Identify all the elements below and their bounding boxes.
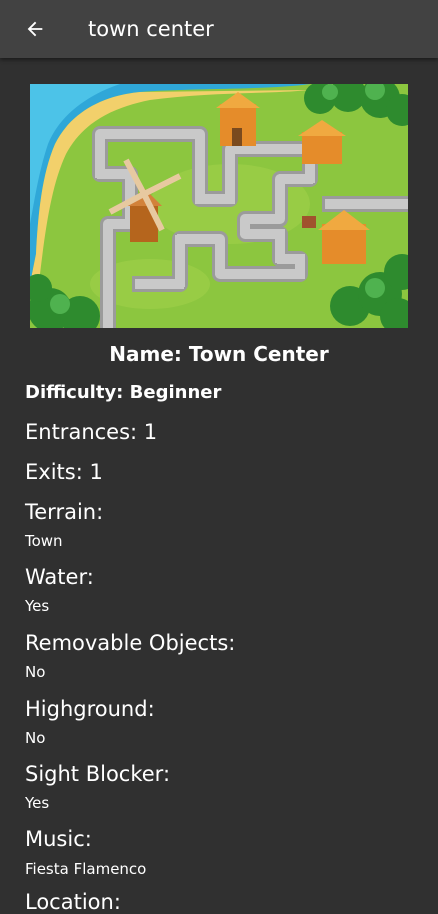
highground-label: Highground: — [25, 697, 155, 721]
exits-text: Exits: 1 — [25, 460, 103, 484]
highground-value: No — [25, 729, 46, 747]
sight-blocker-label: Sight Blocker: — [25, 762, 171, 786]
map-preview-image — [30, 84, 408, 328]
entrances-text: Entrances: 1 — [25, 420, 158, 444]
page-title: town center — [88, 17, 214, 41]
music-value: Fiesta Flamenco — [25, 860, 147, 878]
difficulty-text: Difficulty: Beginner — [25, 382, 222, 403]
removable-objects-value: No — [25, 663, 46, 681]
sight-blocker-value: Yes — [25, 794, 50, 812]
arrow-left-icon — [27, 21, 43, 37]
water-label: Water: — [25, 565, 94, 589]
map-name: Name: Town Center — [109, 342, 329, 366]
terrain-label: Terrain: — [25, 500, 104, 524]
music-label: Music: — [25, 827, 92, 851]
app-bar: town center — [0, 0, 438, 58]
location-label: Location: — [25, 890, 121, 914]
water-value: Yes — [25, 597, 50, 615]
removable-objects-label: Removable Objects: — [25, 631, 236, 655]
back-button[interactable] — [15, 9, 55, 49]
terrain-value: Town — [25, 532, 63, 550]
